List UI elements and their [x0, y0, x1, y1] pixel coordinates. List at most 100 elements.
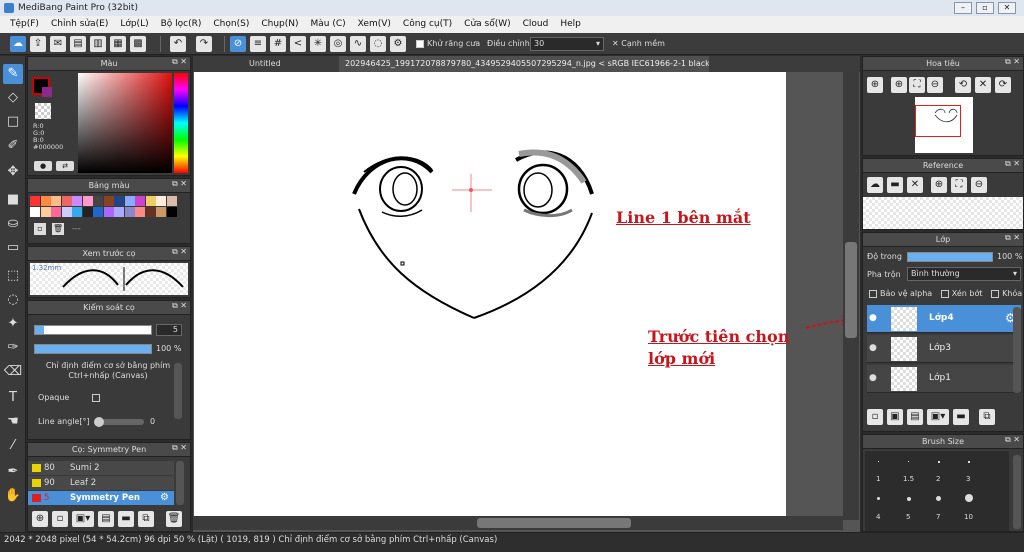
- fit-icon[interactable]: ⛶: [909, 77, 925, 93]
- new-layer-8bit-icon[interactable]: ▣: [887, 409, 903, 425]
- folder-icon[interactable]: ▬: [118, 511, 134, 527]
- zoom-out-icon[interactable]: ⊖: [927, 77, 943, 93]
- palette-swatch[interactable]: [61, 207, 72, 217]
- layer-row-layer3[interactable]: ● Lớp3: [867, 335, 1021, 363]
- palette-swatch[interactable]: [124, 207, 135, 217]
- brush-size-value[interactable]: 5: [156, 324, 182, 336]
- new-layer-1bit-icon[interactable]: ▤: [907, 409, 923, 425]
- eye-icon[interactable]: ●: [869, 343, 877, 353]
- brush-size-cell[interactable]: 2: [925, 451, 955, 485]
- brush-size-cell[interactable]: 10: [955, 487, 985, 521]
- magic-wand-tool-icon[interactable]: ✦: [3, 314, 23, 334]
- swap-icon[interactable]: ⇄: [56, 161, 74, 171]
- document-icon[interactable]: ▥: [90, 36, 106, 52]
- close-icon[interactable]: ✕: [907, 177, 923, 193]
- protect-alpha-checkbox[interactable]: [869, 289, 877, 298]
- blend-mode-dropdown[interactable]: Bình thường ▾: [907, 267, 1021, 281]
- layer-row-layer4[interactable]: ● Lớp4 ⚙: [867, 305, 1021, 333]
- fill-rect-tool-icon[interactable]: ■: [3, 190, 23, 210]
- brush-size-cell[interactable]: 1: [865, 451, 895, 485]
- menu-window[interactable]: Cửa sổ(W): [458, 16, 516, 33]
- palette-swatch[interactable]: [72, 196, 82, 206]
- palette-swatch[interactable]: [103, 207, 114, 217]
- brush-tool-icon[interactable]: ✎: [3, 64, 23, 84]
- palette-swatch[interactable]: [145, 196, 156, 206]
- settings-icon[interactable]: ⚙: [390, 36, 406, 52]
- menu-color[interactable]: Màu (C): [305, 16, 352, 33]
- eye-icon[interactable]: ●: [869, 313, 877, 323]
- brush-size-cell[interactable]: 3: [955, 451, 985, 485]
- zoom-out-icon[interactable]: ⊖: [971, 177, 987, 193]
- rectangle-tool-icon[interactable]: □: [3, 112, 23, 132]
- menu-view[interactable]: Xem(V): [352, 16, 397, 33]
- transparent-swatch[interactable]: [35, 103, 51, 119]
- cloud-icon[interactable]: ☁: [10, 36, 26, 52]
- hue-slider[interactable]: [174, 73, 188, 173]
- menu-file[interactable]: Tệp(F): [4, 16, 45, 33]
- palette-swatch[interactable]: [30, 207, 40, 217]
- palette-swatch[interactable]: [124, 196, 135, 206]
- brush-item-symmetry-pen[interactable]: 5 Symmetry Pen ⚙: [28, 491, 174, 505]
- tab-untitled[interactable]: Untitled: [243, 56, 287, 72]
- bucket-tool-icon[interactable]: ⛀: [3, 214, 23, 234]
- palette-swatch[interactable]: [93, 196, 103, 206]
- radial-snap-icon[interactable]: ✳: [310, 36, 326, 52]
- antialias-checkbox[interactable]: [416, 39, 424, 48]
- line-angle-slider[interactable]: [94, 417, 144, 427]
- brush-size-scrollbar[interactable]: [1013, 455, 1021, 529]
- palette-swatch[interactable]: [114, 207, 124, 217]
- divide-tool-icon[interactable]: ⁄: [3, 436, 23, 456]
- reference-canvas[interactable]: [863, 197, 1023, 229]
- brush-size-cell[interactable]: 5: [895, 487, 925, 521]
- zoom-in-icon[interactable]: ⊕: [891, 77, 907, 93]
- brush-control-scrollbar[interactable]: [174, 363, 182, 419]
- redo-icon[interactable]: ↷: [196, 36, 212, 52]
- palette-swatch[interactable]: [156, 196, 166, 206]
- palette-swatch[interactable]: [135, 196, 145, 206]
- brush-size-cell[interactable]: 4: [865, 487, 895, 521]
- palette-swatch[interactable]: [135, 207, 145, 217]
- hand-tool-icon[interactable]: ✋: [3, 486, 23, 506]
- trash-icon[interactable]: 🗑: [166, 511, 182, 527]
- rotate-left-icon[interactable]: ⟲: [955, 77, 971, 93]
- eyedropper-tool-icon[interactable]: ✒: [3, 462, 23, 482]
- layer-menu-icon[interactable]: ▣▾: [927, 409, 949, 425]
- brush-list-scrollbar[interactable]: [176, 461, 184, 505]
- brush-item-sumi2[interactable]: 80 Sumi 2: [28, 461, 174, 475]
- undo-icon[interactable]: ↶: [170, 36, 186, 52]
- move-tool-icon[interactable]: ✥: [3, 162, 23, 182]
- reset-rotate-icon[interactable]: ✕: [975, 77, 991, 93]
- text-tool-icon[interactable]: T: [3, 388, 23, 408]
- panel-close-icon[interactable]: ⧉ ✕: [172, 57, 187, 67]
- panel-close-icon[interactable]: ⧉ ✕: [172, 247, 187, 257]
- select-pen-tool-icon[interactable]: ✑: [3, 338, 23, 358]
- operation-tool-icon[interactable]: ☚: [3, 412, 23, 432]
- canvas-vertical-scrollbar[interactable]: [843, 72, 859, 520]
- new-swatch-icon[interactable]: ▫: [34, 223, 46, 235]
- brush-item-leaf2[interactable]: 90 Leaf 2: [28, 476, 174, 490]
- palette-swatch[interactable]: [145, 207, 156, 217]
- eraser-tool-icon[interactable]: ◇: [3, 88, 23, 108]
- panel-close-icon[interactable]: ⧉ ✕: [172, 443, 187, 453]
- lasso-tool-icon[interactable]: ◌: [3, 290, 23, 310]
- snap-off-icon[interactable]: ⊘: [230, 36, 246, 52]
- cloud-upload-icon[interactable]: ☁: [867, 177, 883, 193]
- palette-swatch[interactable]: [166, 196, 177, 206]
- rotate-right-icon[interactable]: ⟳: [995, 77, 1011, 93]
- curve-snap-icon[interactable]: ∿: [350, 36, 366, 52]
- adjust-dropdown[interactable]: 30 ▾: [530, 37, 604, 51]
- palette-swatch[interactable]: [103, 196, 114, 206]
- saturation-value-picker[interactable]: [78, 73, 172, 173]
- layer-list-scrollbar[interactable]: [1013, 307, 1021, 393]
- chat-icon[interactable]: ✉: [50, 36, 66, 52]
- panel-icon[interactable]: ▦: [110, 36, 126, 52]
- fit-icon[interactable]: ⛶: [951, 177, 967, 193]
- minimize-button[interactable]: –: [954, 2, 972, 14]
- select-tool-icon[interactable]: ⬚: [3, 266, 23, 286]
- zoom-in-icon[interactable]: ⊕: [931, 177, 947, 193]
- menu-help[interactable]: Help: [554, 16, 587, 33]
- share-icon[interactable]: ⇪: [30, 36, 46, 52]
- menu-select[interactable]: Chọn(S): [207, 16, 255, 33]
- panel-close-icon[interactable]: ⧉ ✕: [1005, 435, 1020, 445]
- duplicate-icon[interactable]: ⧉: [138, 511, 154, 527]
